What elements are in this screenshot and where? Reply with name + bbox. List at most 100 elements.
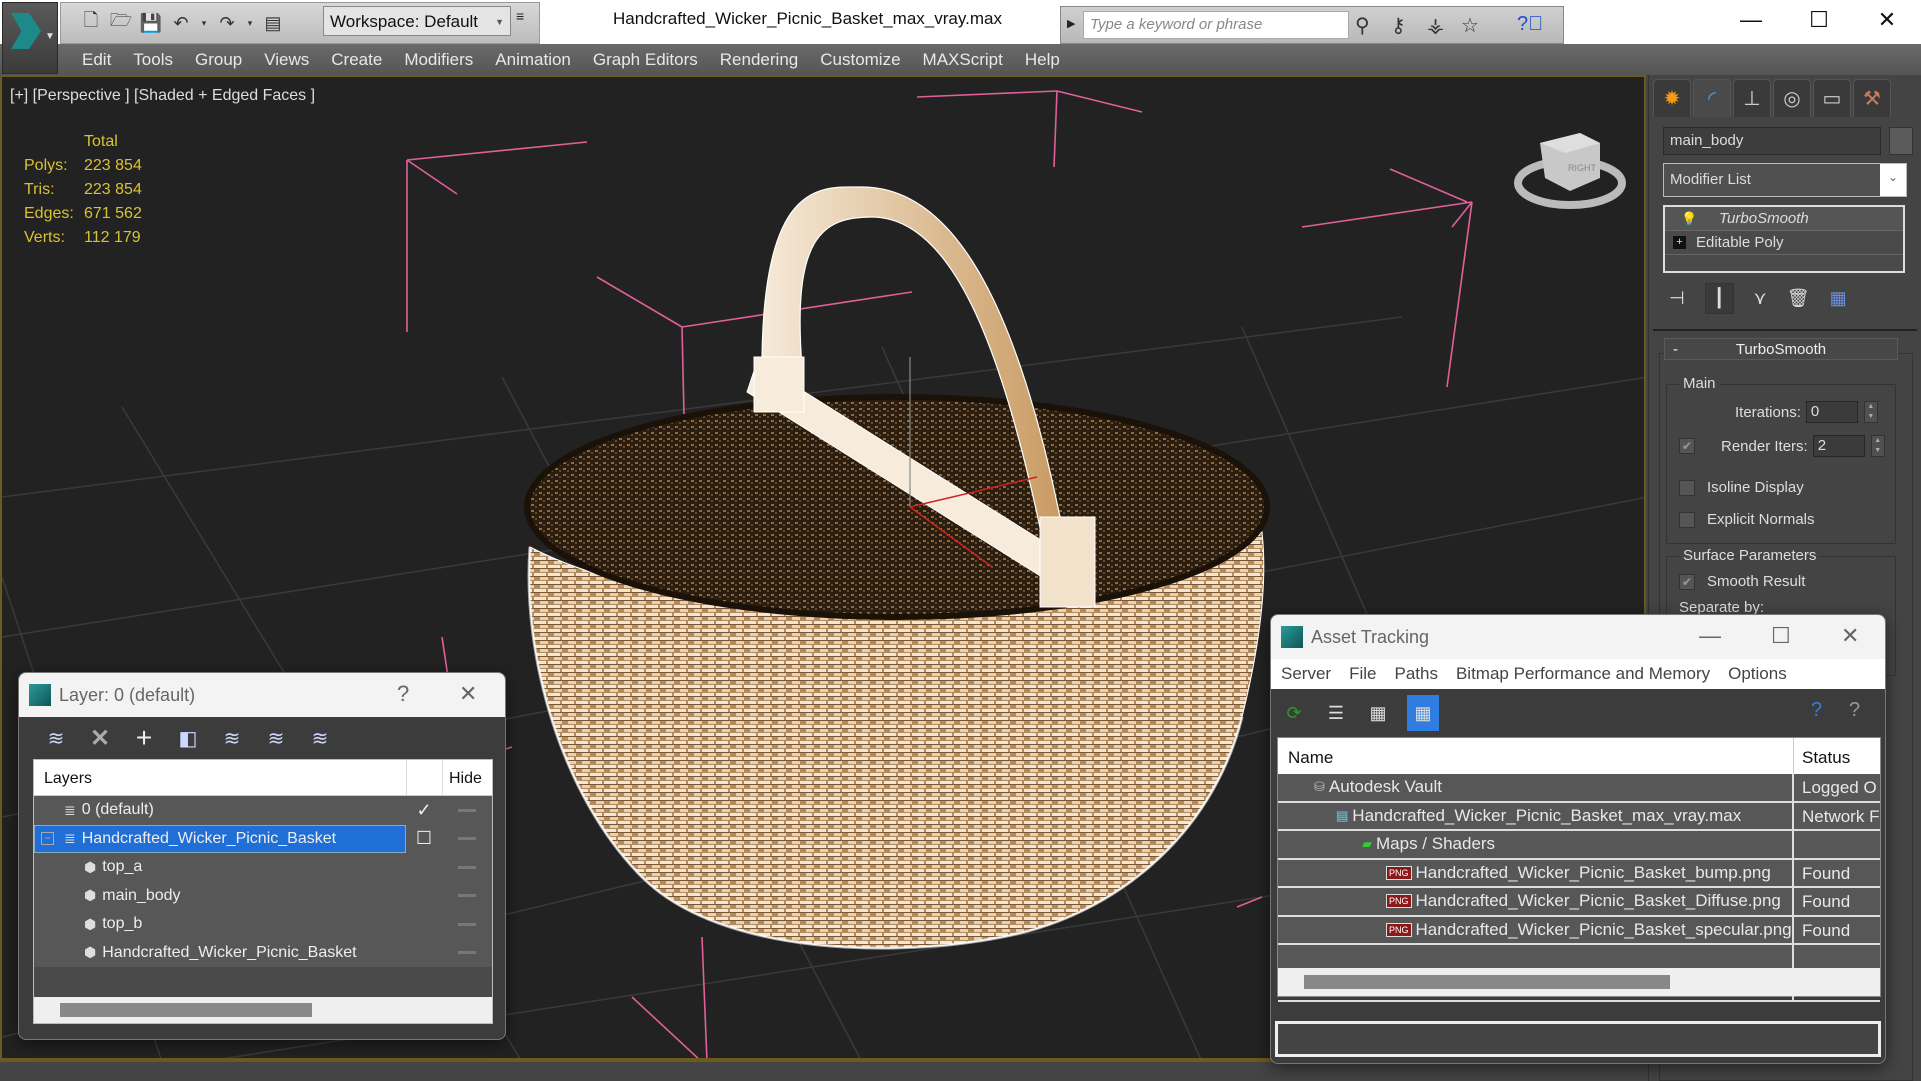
binoculars-icon[interactable]: ⚲ <box>1355 13 1370 38</box>
collapse-icon[interactable]: − <box>41 832 54 846</box>
rollout-header[interactable]: - TurboSmooth <box>1664 338 1898 360</box>
open-folder-icon[interactable]: 🗁 <box>109 10 133 35</box>
spinner-arrows-icon[interactable]: ▲ ▼ <box>1863 401 1878 423</box>
select-layer-icon[interactable]: ≋ <box>217 724 247 752</box>
layer-properties-icon[interactable]: ≋ <box>305 724 335 752</box>
object-row[interactable]: ⬢ top_b <box>34 910 492 939</box>
hide-toggle[interactable] <box>442 922 492 926</box>
hierarchy-tab[interactable]: ⊥ <box>1733 79 1771 117</box>
utilities-tab[interactable]: ⚒ <box>1853 79 1891 117</box>
iterations-spinner-field[interactable]: 0 <box>1805 401 1858 423</box>
menu-views[interactable]: Views <box>262 44 329 75</box>
menu-customize[interactable]: Customize <box>818 44 920 75</box>
vault-help-icon[interactable]: ? <box>1811 699 1822 722</box>
menu-create[interactable]: Create <box>329 44 402 75</box>
undo-dropdown-icon[interactable]: ▾ <box>199 11 209 35</box>
hide-toggle[interactable] <box>442 865 492 869</box>
layer-row[interactable]: − ≣ Handcrafted_Wicker_Picnic_Basket ☐ <box>34 824 492 853</box>
list-view-icon[interactable]: ☰ <box>1323 699 1349 727</box>
menu-options[interactable]: Options <box>1728 664 1787 684</box>
menu-file[interactable]: File <box>1349 664 1376 684</box>
menu-help[interactable]: Help <box>1023 44 1080 75</box>
app-menu-button[interactable]: ▼ <box>2 2 58 74</box>
asset-row[interactable]: ⛁ Autodesk Vault Logged O <box>1278 774 1880 803</box>
save-icon[interactable]: 💾 <box>139 11 163 35</box>
column-header-layers[interactable]: Layers <box>34 760 406 795</box>
stack-item-turbosmooth[interactable]: 💡 TurboSmooth <box>1665 207 1903 231</box>
dialog-title-bar[interactable]: Asset Tracking — ☐ ✕ <box>1271 615 1885 659</box>
refresh-icon[interactable]: ⟳ <box>1281 699 1307 727</box>
help-icon[interactable]: ? <box>1849 699 1860 722</box>
menu-group[interactable]: Group <box>193 44 262 75</box>
menu-maxscript[interactable]: MAXScript <box>921 44 1023 75</box>
tree-view-icon[interactable]: ▦ <box>1365 699 1391 727</box>
table-view-icon[interactable]: ▦ <box>1407 695 1439 731</box>
column-header-name[interactable]: Name <box>1278 738 1794 774</box>
lightbulb-icon[interactable]: 💡 <box>1681 211 1709 227</box>
asset-row[interactable]: PNG Handcrafted_Wicker_Picnic_Basket_bump… <box>1278 859 1880 888</box>
new-file-icon[interactable]: 🗋 <box>79 10 103 35</box>
asset-row[interactable]: PNG Handcrafted_Wicker_Picnic_Basket_Diff… <box>1278 888 1880 917</box>
object-name-field[interactable]: main_body <box>1663 127 1881 155</box>
column-header-status[interactable]: Status <box>1794 738 1880 774</box>
menu-edit[interactable]: Edit <box>80 44 131 75</box>
menu-graph-editors[interactable]: Graph Editors <box>591 44 718 75</box>
menu-modifiers[interactable]: Modifiers <box>402 44 493 75</box>
redo-dropdown-icon[interactable]: ▾ <box>245 11 255 35</box>
viewcube[interactable]: RIGHT <box>1510 123 1630 213</box>
render-iters-spinner-field[interactable]: 2 <box>1812 435 1865 457</box>
search-input[interactable]: Type a keyword or phrase <box>1083 11 1349 39</box>
current-layer-check-icon[interactable]: ✓ <box>406 800 442 821</box>
redo-icon[interactable]: ↷ <box>215 11 239 35</box>
minimize-button[interactable]: — <box>1717 0 1785 40</box>
menu-bitmap-performance[interactable]: Bitmap Performance and Memory <box>1456 664 1710 684</box>
render-iters-checkbox[interactable]: ✔ <box>1679 438 1695 454</box>
minimize-button[interactable]: — <box>1699 623 1721 649</box>
hide-toggle[interactable] <box>442 837 492 841</box>
menu-animation[interactable]: Animation <box>493 44 591 75</box>
menu-server[interactable]: Server <box>1281 664 1331 684</box>
hide-toggle[interactable] <box>442 894 492 898</box>
expand-icon[interactable]: + <box>1673 236 1686 249</box>
pin-stack-icon[interactable]: ⊣ <box>1669 288 1685 309</box>
configure-modifier-sets-icon[interactable]: ▦ <box>1830 288 1847 309</box>
spinner-arrows-icon[interactable]: ▲ ▼ <box>1870 435 1885 457</box>
remove-modifier-icon[interactable]: 🗑 <box>1787 288 1810 309</box>
horizontal-scrollbar[interactable] <box>34 997 492 1023</box>
help-button[interactable]: ? <box>397 681 409 707</box>
column-header-current[interactable] <box>406 760 442 795</box>
modifier-list-dropdown[interactable]: Modifier List ⌄ <box>1663 163 1907 197</box>
help-icon[interactable]: ?⃝ <box>1517 13 1543 36</box>
hide-toggle[interactable] <box>442 808 492 812</box>
workspace-dropdown[interactable]: Workspace: Default ▼ <box>323 6 511 36</box>
asset-row[interactable]: PNG Handcrafted_Wicker_Picnic_Basket_spec… <box>1278 916 1880 945</box>
workspace-menu-icon[interactable]: ≡ <box>516 8 524 24</box>
stack-item-editable-poly[interactable]: + Editable Poly <box>1665 231 1903 255</box>
horizontal-scrollbar[interactable] <box>1278 968 1880 996</box>
menu-tools[interactable]: Tools <box>131 44 193 75</box>
maximize-button[interactable]: ☐ <box>1785 0 1853 40</box>
scrollbar-thumb[interactable] <box>1304 975 1670 989</box>
project-icon[interactable]: ▤ <box>261 11 285 35</box>
set-current-layer-icon[interactable]: ≋ <box>261 724 291 752</box>
key-icon[interactable]: ⚷ <box>1391 13 1406 38</box>
make-unique-icon[interactable]: ⋎ <box>1754 288 1767 309</box>
delete-layer-icon[interactable]: ✕ <box>85 724 115 752</box>
close-button[interactable]: ✕ <box>459 681 477 707</box>
modify-tab[interactable]: ◜ <box>1693 79 1731 117</box>
object-color-swatch[interactable] <box>1889 127 1913 155</box>
viewport-label[interactable]: [+] [Perspective ] [Shaded + Edged Faces… <box>10 87 315 105</box>
menu-paths[interactable]: Paths <box>1394 664 1437 684</box>
column-header-hide[interactable]: Hide <box>442 760 492 795</box>
asset-row[interactable]: ▤ Handcrafted_Wicker_Picnic_Basket_max_vr… <box>1278 802 1880 831</box>
maximize-button[interactable]: ☐ <box>1771 623 1791 649</box>
isoline-display-checkbox[interactable] <box>1679 479 1695 496</box>
undo-icon[interactable]: ↶ <box>169 11 193 35</box>
motion-tab[interactable]: ◎ <box>1773 79 1811 117</box>
create-new-layer-icon[interactable]: ≋ <box>41 724 71 752</box>
scrollbar-thumb[interactable] <box>60 1003 312 1017</box>
star-icon[interactable]: ☆ <box>1461 13 1479 38</box>
display-tab[interactable]: ▭ <box>1813 79 1851 117</box>
create-tab[interactable]: ✹ <box>1653 79 1691 117</box>
object-row[interactable]: ⬢ main_body <box>34 881 492 910</box>
